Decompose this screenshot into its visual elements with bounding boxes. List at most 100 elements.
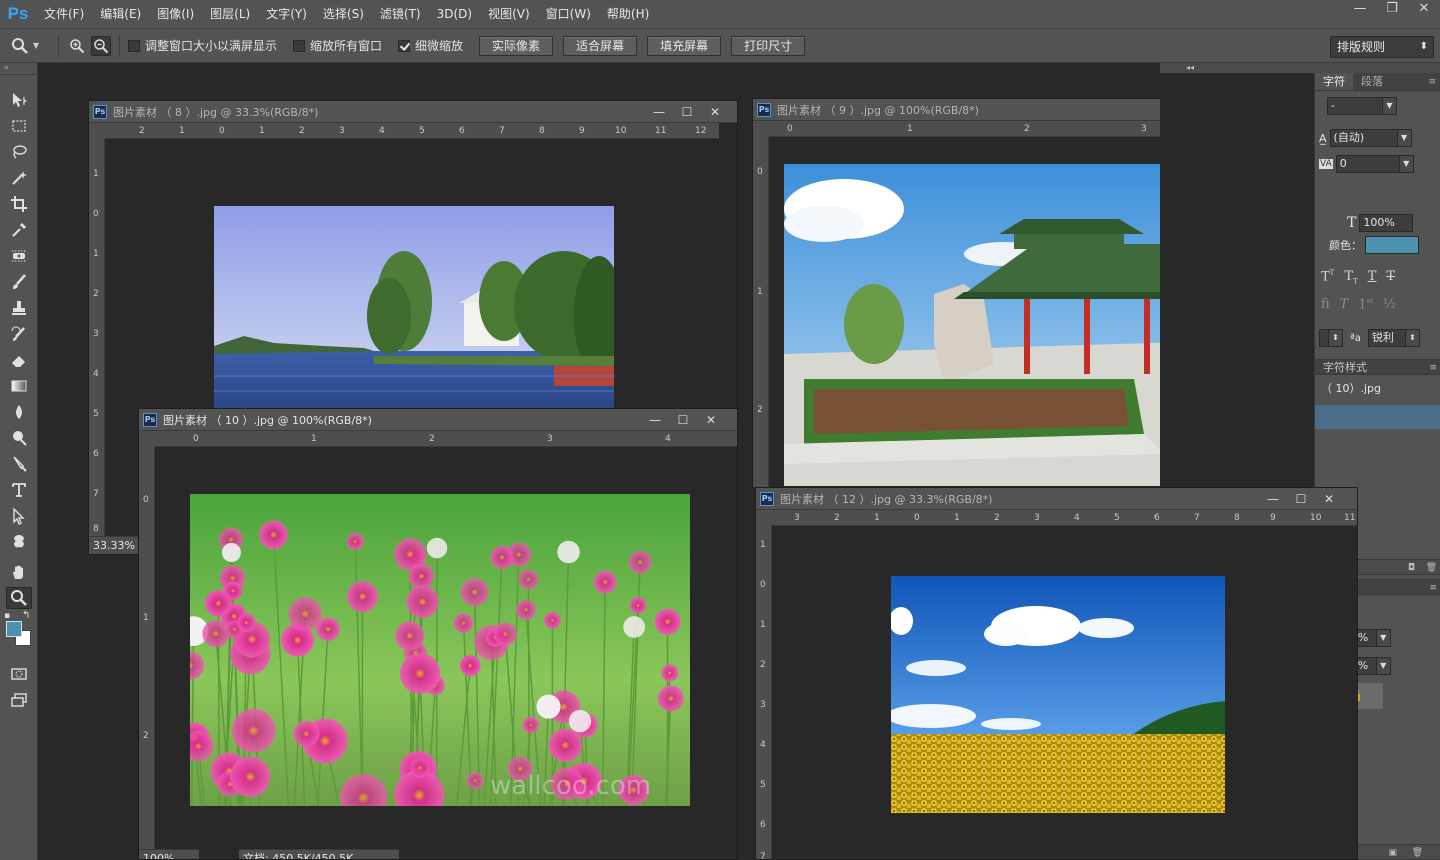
ligature-icon[interactable]: ﬁ xyxy=(1321,297,1330,312)
checkbox-box[interactable] xyxy=(128,39,140,52)
ruler-origin[interactable] xyxy=(89,123,105,139)
zoom-in-button[interactable] xyxy=(67,36,87,56)
quick-mask-button[interactable] xyxy=(0,661,38,687)
print-size-button[interactable]: 打印尺寸 xyxy=(731,35,806,56)
panel-collapse-bar[interactable]: ◂◂ xyxy=(1160,63,1440,73)
close-icon[interactable]: ✕ xyxy=(1315,490,1343,508)
trash-icon[interactable]: 🗑 xyxy=(1412,845,1423,860)
tool-history-brush[interactable] xyxy=(0,321,38,347)
ruler-origin[interactable] xyxy=(139,431,155,447)
vertical-ruler[interactable]: 1 0 1 2 3 4 5 6 7 8 xyxy=(89,139,105,536)
zoom-all-windows-checkbox[interactable]: 缩放所有窗口 xyxy=(293,37,382,54)
menu-window[interactable]: 窗口(W) xyxy=(538,0,599,28)
workspace-select[interactable]: 排版规则 ⬍ xyxy=(1330,36,1434,58)
swash-icon[interactable]: T xyxy=(1340,297,1349,312)
menu-help[interactable]: 帮助(H) xyxy=(599,0,657,28)
document-window-10[interactable]: Ps 图片素材 （ 10 ）.jpg @ 100%(RGB/8*) — ☐ ✕ … xyxy=(138,408,738,860)
document-title-bar[interactable]: Ps 图片素材 （ 8 ）.jpg @ 33.3%(RGB/8*) — ☐ ✕ xyxy=(89,101,737,123)
fill-screen-button[interactable]: 填充屏幕 xyxy=(647,35,722,56)
vertical-scale-field[interactable]: 100% xyxy=(1359,214,1414,232)
new-layer-icon[interactable]: ▣ xyxy=(1388,845,1397,860)
panel-menu-icon[interactable]: ≡ xyxy=(1424,73,1440,90)
character-style-selected-row[interactable] xyxy=(1315,405,1440,429)
chevron-down-icon[interactable]: ▼ xyxy=(1382,98,1396,114)
menu-3d[interactable]: 3D(D) xyxy=(429,0,480,28)
tool-brush[interactable] xyxy=(0,269,38,295)
document-window-12[interactable]: Ps 图片素材 （ 12 ）.jpg @ 33.3%(RGB/8*) — ☐ ✕… xyxy=(755,487,1358,860)
tool-type[interactable] xyxy=(0,477,38,503)
panel-menu-icon[interactable]: ≡ xyxy=(1429,360,1437,376)
strikethrough-icon[interactable]: T xyxy=(1386,269,1395,286)
vertical-ruler[interactable]: 0 1 2 xyxy=(139,447,155,849)
character-styles-header[interactable]: 字符样式 ≡ xyxy=(1315,359,1440,375)
fraction-icon[interactable]: ½ xyxy=(1383,297,1396,312)
horizontal-ruler[interactable]: 2 1 0 1 2 3 4 5 6 7 8 9 10 11 12 xyxy=(105,123,719,139)
panel-menu-icon[interactable]: ≡ xyxy=(1429,580,1437,596)
menu-image[interactable]: 图像(I) xyxy=(149,0,202,28)
default-colors-icon[interactable]: ▪ xyxy=(4,611,10,621)
antialias-select[interactable]: 锐利 ⬍ xyxy=(1367,329,1420,347)
maximize-icon[interactable]: ☐ xyxy=(1287,490,1315,508)
menu-layer[interactable]: 图层(L) xyxy=(202,0,258,28)
panel-grip[interactable]: » xyxy=(0,63,37,75)
ordinal-icon[interactable]: 1st xyxy=(1358,297,1373,312)
document-size-status[interactable]: 文档: 450.5K/450.5K xyxy=(239,849,399,859)
zoom-status[interactable]: 33.33% xyxy=(89,536,139,554)
tool-eyedropper[interactable] xyxy=(0,217,38,243)
tool-healing[interactable] xyxy=(0,243,38,269)
tool-eraser[interactable] xyxy=(0,347,38,373)
updown-arrow-icon[interactable]: ⬍ xyxy=(1328,330,1342,346)
underline-icon[interactable]: T xyxy=(1368,269,1377,286)
ruler-origin[interactable] xyxy=(756,510,772,526)
vertical-ruler[interactable]: 1 0 1 2 3 4 5 6 7 xyxy=(756,526,772,859)
maximize-icon[interactable]: ☐ xyxy=(669,411,697,429)
minimize-icon[interactable]: — xyxy=(641,411,669,429)
maximize-icon[interactable]: ☐ xyxy=(673,103,701,121)
ruler-origin[interactable] xyxy=(753,121,769,137)
document-title-bar[interactable]: Ps 图片素材 （ 10 ）.jpg @ 100%(RGB/8*) — ☐ ✕ xyxy=(139,409,737,431)
close-icon[interactable]: ✕ xyxy=(697,411,725,429)
resize-windows-checkbox[interactable]: 调整窗口大小以满屏显示 xyxy=(128,37,277,54)
tab-character[interactable]: 字符 xyxy=(1315,73,1353,90)
camera-icon[interactable]: ◘ xyxy=(1408,560,1415,576)
tool-move[interactable] xyxy=(0,87,38,113)
text-color-swatch[interactable] xyxy=(1365,236,1419,254)
tool-stamp[interactable] xyxy=(0,295,38,321)
font-size-field[interactable]: - ▼ xyxy=(1327,97,1397,115)
menu-filter[interactable]: 滤镜(T) xyxy=(372,0,429,28)
menu-edit[interactable]: 编辑(E) xyxy=(92,0,149,28)
minimize-icon[interactable]: — xyxy=(1259,490,1287,508)
checkbox-box[interactable] xyxy=(293,39,306,52)
updown-arrow-icon[interactable]: ⬍ xyxy=(1404,330,1419,346)
chevron-down-icon[interactable]: ▼ xyxy=(1398,156,1413,172)
tool-pen[interactable] xyxy=(0,451,38,477)
tool-shape[interactable] xyxy=(0,529,38,555)
character-style-item[interactable]: （ 10）.jpg xyxy=(1315,377,1440,401)
chevron-down-icon[interactable]: ▼ xyxy=(1375,630,1390,646)
menu-view[interactable]: 视图(V) xyxy=(480,0,538,28)
close-icon[interactable]: ✕ xyxy=(701,103,729,121)
tool-blur[interactable] xyxy=(0,399,38,425)
tool-dodge[interactable] xyxy=(0,425,38,451)
menu-select[interactable]: 选择(S) xyxy=(315,0,372,28)
foreground-color-swatch[interactable] xyxy=(6,621,22,637)
minimize-icon[interactable]: — xyxy=(645,103,673,121)
tab-paragraph[interactable]: 段落 xyxy=(1353,73,1391,90)
restore-button[interactable]: ❐ xyxy=(1376,0,1408,18)
tracking-field[interactable]: 0 ▼ xyxy=(1335,155,1414,173)
fit-screen-button[interactable]: 适合屏幕 xyxy=(563,35,638,56)
tool-zoom[interactable] xyxy=(0,585,38,611)
horizontal-ruler[interactable]: 0 1 2 3 4 xyxy=(155,431,737,447)
leading-field[interactable]: (自动) ▼ xyxy=(1329,129,1412,147)
minimize-button[interactable]: — xyxy=(1344,0,1376,18)
checkbox-box[interactable] xyxy=(398,39,411,52)
close-button[interactable]: ✕ xyxy=(1408,0,1440,18)
faux-italic-icon[interactable]: TT xyxy=(1344,269,1357,286)
tool-crop[interactable] xyxy=(0,191,38,217)
tool-hand[interactable] xyxy=(0,559,38,585)
vertical-ruler[interactable]: 0 1 2 xyxy=(753,137,769,487)
trash-icon[interactable]: 🗑 xyxy=(1426,560,1437,576)
swap-colors-icon[interactable]: ↰ xyxy=(22,610,30,621)
chevron-down-icon[interactable]: ▼ xyxy=(1375,658,1390,674)
collapse-icon[interactable]: ◂◂ xyxy=(1186,63,1194,72)
